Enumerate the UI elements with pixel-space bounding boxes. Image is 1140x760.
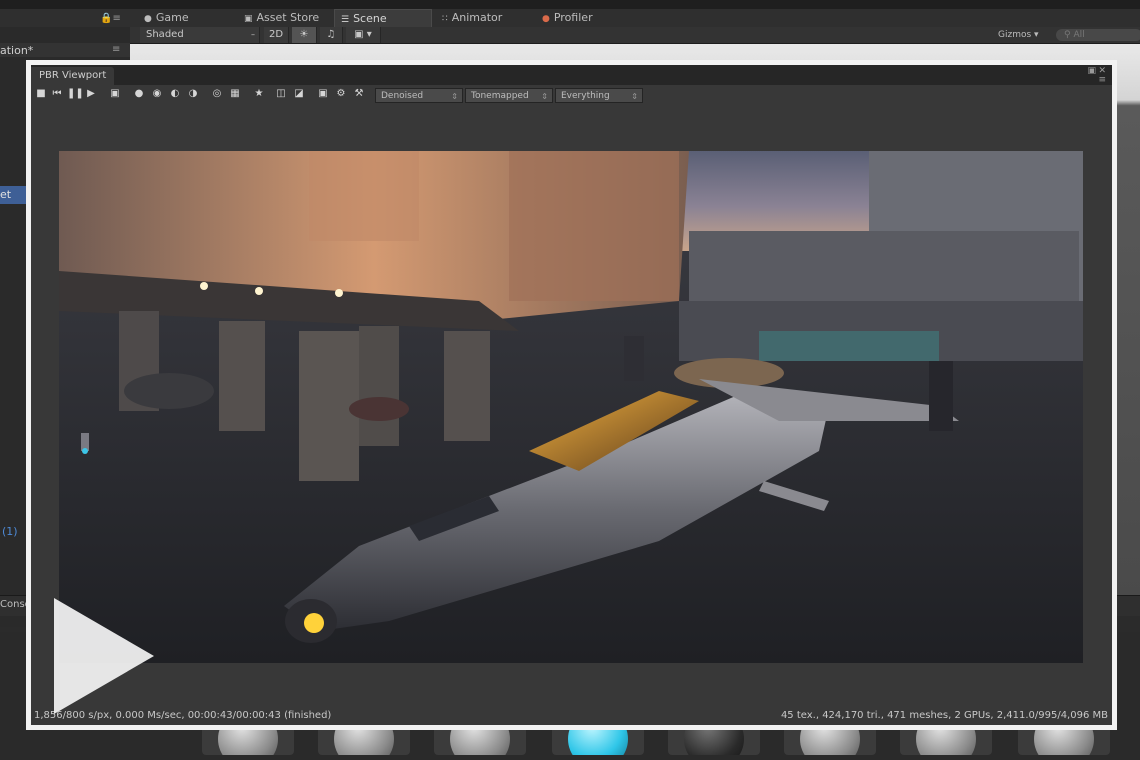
tab-label: Asset Store <box>256 11 320 24</box>
tab-label: Animator <box>451 11 503 24</box>
tab-profiler[interactable]: ● Profiler <box>536 9 599 27</box>
render-stats-right: 45 tex., 424,170 tri., 471 meshes, 2 GPU… <box>780 710 1108 721</box>
channel-normal-icon[interactable]: ◐ <box>169 88 181 100</box>
dropdown-arrow-icon: ⇕ <box>541 92 548 101</box>
pbr-viewport-window: PBR Viewport ▣ ✕ ≡ ■ ⏮ ❚❚ ▶ ▣ ● ◉ ◐ ◑ ◎ … <box>31 65 1112 725</box>
robot-light <box>82 448 88 454</box>
channel-rgb-icon[interactable]: ● <box>133 88 145 100</box>
pick-icon[interactable]: ★ <box>253 88 265 100</box>
pause-icon[interactable]: ❚❚ <box>67 88 84 100</box>
denoise-dropdown[interactable]: Denoised ⇕ <box>375 88 463 103</box>
dropdown-arrow-icon: – <box>251 30 255 39</box>
tab-asset-store[interactable]: ▣ Asset Store <box>238 9 325 27</box>
light <box>255 287 263 295</box>
small-ship <box>124 373 214 409</box>
audio-icon[interactable]: ♫ <box>320 27 343 43</box>
region-icon[interactable]: ▦ <box>229 88 241 100</box>
tab-label: Profiler <box>553 11 593 24</box>
pie-icon: ● <box>542 14 550 24</box>
maximize-icon[interactable]: ▣ <box>1087 66 1096 76</box>
light <box>200 282 208 290</box>
small-ship <box>349 397 409 421</box>
camera-icon[interactable]: ◎ <box>211 88 223 100</box>
tonemap-label: Tonemapped <box>471 91 529 101</box>
tonemap-dropdown[interactable]: Tonemapped ⇕ <box>465 88 553 103</box>
window-tabstrip <box>31 65 1112 85</box>
save-render-icon[interactable]: ▣ <box>109 88 121 100</box>
stop-icon[interactable]: ■ <box>35 88 47 100</box>
lock-icon[interactable]: 🔒≡ <box>100 13 121 24</box>
scene-search-input[interactable]: ⚲ All <box>1056 29 1140 41</box>
layers-dropdown[interactable]: Everything ⇕ <box>555 88 643 103</box>
light <box>335 289 343 297</box>
shading-label: Shaded <box>146 29 184 40</box>
bag-icon: ▣ <box>244 14 253 24</box>
channel-color-icon[interactable]: ◉ <box>151 88 163 100</box>
tab-label: Game <box>155 11 189 24</box>
channel-alpha-icon[interactable]: ◑ <box>187 88 199 100</box>
render-output-image[interactable] <box>59 151 1083 663</box>
tab-game[interactable]: ● Game <box>138 9 195 27</box>
distant-structure <box>689 231 1079 301</box>
gamepad-icon: ● <box>144 14 152 24</box>
tab-label: Scene <box>353 12 387 25</box>
scene-toolbar: Shaded – 2D ☀ ♫ ▣ ▾ Gizmos ▾ ⚲ All <box>130 27 1140 44</box>
nodes-icon: ∷ <box>442 14 448 24</box>
engine-glow <box>304 613 324 633</box>
structure-panel <box>509 151 679 301</box>
tab-scene[interactable]: ☰ Scene <box>334 9 432 27</box>
structure-panel <box>309 151 419 241</box>
search-placeholder: All <box>1073 30 1085 40</box>
top-strip <box>0 0 1140 9</box>
tab-pbr-viewport[interactable]: PBR Viewport <box>31 67 115 85</box>
column <box>219 321 265 431</box>
window-title: PBR Viewport <box>39 70 107 81</box>
spaceship-fin <box>624 336 644 381</box>
gizmos-label: Gizmos <box>998 30 1032 40</box>
shading-dropdown[interactable]: Shaded – <box>140 27 260 43</box>
image-icon[interactable]: ▣ <box>317 88 329 100</box>
grid-icon: ☰ <box>341 15 350 25</box>
column <box>359 326 399 446</box>
window-menu-icon[interactable]: ≡ <box>1098 75 1106 85</box>
video-play-icon[interactable] <box>54 598 154 714</box>
hierarchy-item-count: (1) <box>2 525 18 538</box>
image-effects-icon[interactable]: ▣ ▾ <box>346 27 381 43</box>
panel-title: ation* <box>0 44 34 57</box>
denoise-label: Denoised <box>381 91 424 101</box>
layers-label: Everything <box>561 91 610 101</box>
hierarchy-selected-row[interactable]: et <box>0 186 26 204</box>
restart-icon[interactable]: ⏮ <box>51 88 63 100</box>
row-label: et <box>0 188 12 201</box>
teal-glow <box>759 331 939 361</box>
dropdown-arrow-icon: ⇕ <box>451 92 458 101</box>
column <box>444 331 490 441</box>
sun-icon[interactable]: ☀ <box>292 27 317 43</box>
mode-2d-button[interactable]: 2D <box>264 27 289 43</box>
dropdown-arrow-icon: ⇕ <box>631 92 638 101</box>
compare-icon[interactable]: ◪ <box>293 88 305 100</box>
play-icon[interactable]: ▶ <box>85 88 97 100</box>
tab-animator[interactable]: ∷ Animator <box>436 9 508 27</box>
gizmos-dropdown[interactable]: Gizmos ▾ <box>998 27 1039 43</box>
layers-icon[interactable]: ◫ <box>275 88 287 100</box>
panel-menu-icon[interactable]: ≡ <box>112 44 120 55</box>
spaceship-fin <box>929 361 953 431</box>
gear-icon[interactable]: ⚙ <box>335 88 347 100</box>
wrench-icon[interactable]: ⚒ <box>353 88 365 100</box>
